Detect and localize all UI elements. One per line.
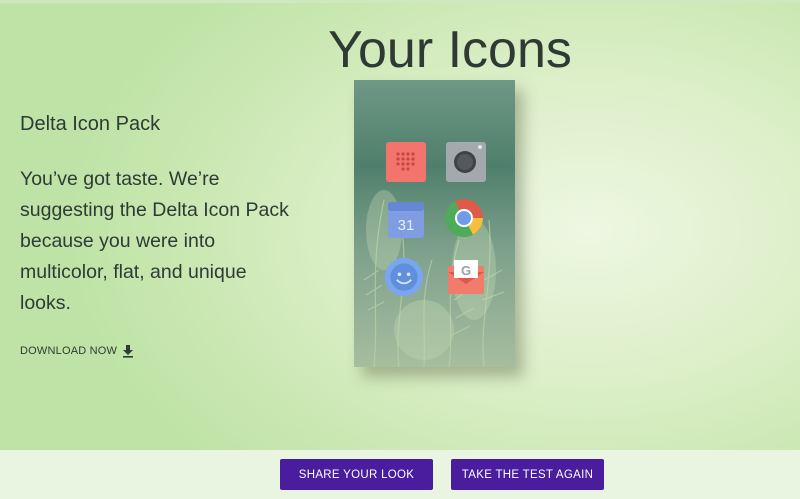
download-now-link[interactable]: DOWNLOAD NOW: [20, 344, 135, 358]
chrome-app-icon[interactable]: [444, 198, 484, 238]
face-app-icon[interactable]: [384, 257, 424, 297]
camera-app-icon[interactable]: [446, 142, 486, 182]
svg-text:G: G: [461, 263, 471, 278]
calendar-app-icon[interactable]: 31: [386, 200, 426, 240]
calendar-date: 31: [398, 217, 415, 234]
pack-description: You’ve got taste. We’re suggesting the D…: [20, 168, 289, 314]
page-title: Your Icons: [328, 21, 572, 79]
download-label: DOWNLOAD NOW: [20, 345, 118, 357]
take-test-again-button[interactable]: TAKE THE TEST AGAIN: [451, 459, 604, 490]
wallpaper-image: [354, 80, 515, 367]
phone-preview: 31 G: [354, 80, 515, 367]
dialer-app-icon[interactable]: [386, 142, 426, 182]
top-divider: [0, 0, 800, 3]
gmail-app-icon[interactable]: G: [446, 258, 486, 298]
share-your-look-button[interactable]: SHARE YOUR LOOK: [280, 459, 433, 490]
download-icon: [123, 345, 134, 358]
pack-name: Delta Icon Pack: [20, 113, 161, 135]
